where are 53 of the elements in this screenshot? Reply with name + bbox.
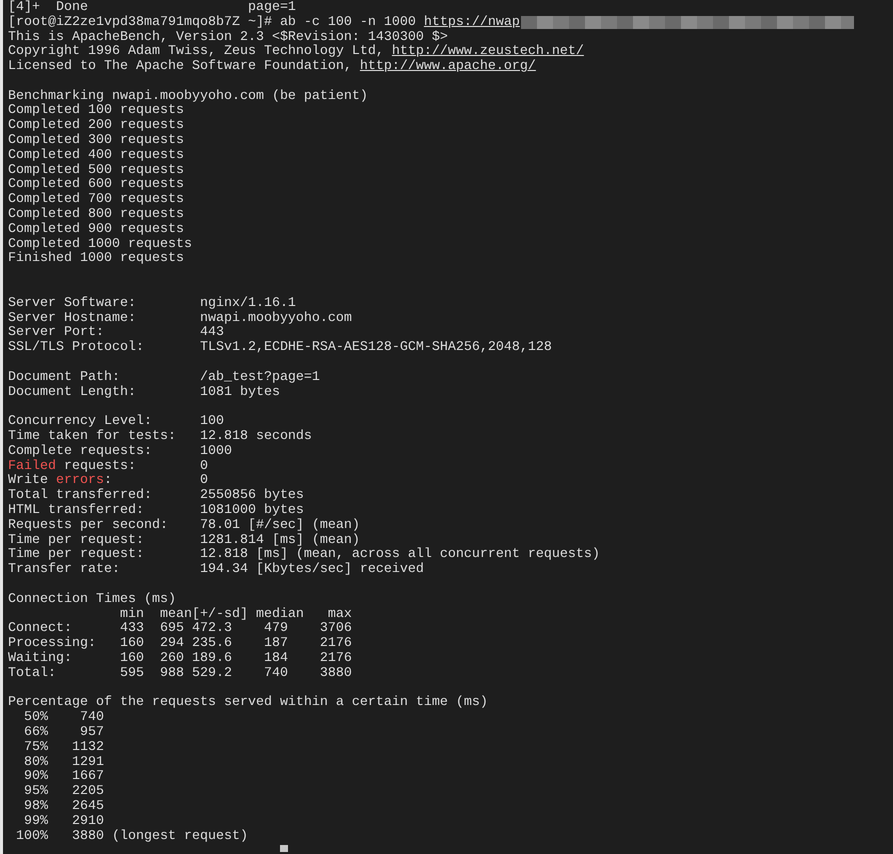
terminal-line: 80% 1291 <box>22 754 104 770</box>
terminal-line: Concurrency Level: 100 <box>8 414 224 430</box>
terminal-line: Complete requests: 1000 <box>8 444 232 459</box>
terminal-line: Waiting: 160 260 189.6 184 2176 <box>8 650 352 666</box>
terminal-line: Percentage of the requests served within a certain time (ms) <box>8 695 488 710</box>
terminal-line: Completed 400 requests <box>8 148 184 163</box>
terminal-line: 100% 3880 (longest request) <box>14 828 248 844</box>
terminal-line: 98% 2645 <box>22 798 104 814</box>
terminal-line: Server Port: 443 <box>8 325 224 340</box>
terminal-line: Server Software: nginx/1.16.1 <box>8 296 296 311</box>
terminal-line: Copyright 1996 Adam Twiss, Zeus Technology Ltd, http://www.zeustech.net/ <box>8 44 584 60</box>
terminal-line: [root@iZ2ze1vpd38ma791mqo8b7Z ~]# ab -c 100 -n 1000 https://nwap <box>8 14 520 30</box>
terminal-line: Transfer rate: 194.34 [Kbytes/sec] received <box>8 562 424 578</box>
terminal-line: Connect: 433 695 472.3 479 3706 <box>8 621 352 636</box>
terminal-line: Server Hostname: nwapi.moobyyoho.com <box>8 310 352 326</box>
terminal-line: 66% 957 <box>22 724 104 740</box>
terminal-line: [4]+ Done page=1 <box>8 0 296 15</box>
terminal-line: Document Length: 1081 bytes <box>8 384 280 400</box>
terminal-line: Processing: 160 294 235.6 187 2176 <box>8 636 352 652</box>
terminal-line: 50% 740 <box>22 710 104 726</box>
terminal-line: Benchmarking nwapi.moobyyoho.com (be patient) <box>8 88 368 104</box>
terminal-line: 95% 2205 <box>22 784 104 800</box>
terminal-line: Total transferred: 2550856 bytes <box>8 488 304 504</box>
terminal-line: Requests per second: 78.01 [#/sec] (mean) <box>8 518 360 533</box>
terminal-line: Completed 800 requests <box>8 207 184 222</box>
terminal-line: Completed 100 requests <box>8 103 184 118</box>
terminal-line: Finished 1000 requests <box>8 251 184 266</box>
link[interactable]: https://nwap <box>424 14 520 30</box>
terminal-line: This is ApacheBench, Version 2.3 <$Revision: 1430300 $> <box>8 30 448 44</box>
terminal-line: Write errors: 0 <box>8 473 208 488</box>
terminal-line: Time taken for tests: 12.818 seconds <box>8 429 312 444</box>
terminal-line: Completed 500 requests <box>8 162 184 178</box>
link[interactable]: http://www.zeustech.net/ <box>392 44 584 60</box>
terminal-line: Completed 1000 requests <box>8 236 192 252</box>
terminal-line: SSL/TLS Protocol: TLSv1.2,ECDHE-RSA-AES128-GCM-SHA256,2048,128 <box>8 340 552 356</box>
terminal-line: 99% 2910 <box>22 814 104 829</box>
terminal-line: Completed 700 requests <box>8 192 184 208</box>
terminal-line: Connection Times (ms) <box>8 592 176 607</box>
terminal-line: Time per request: 1281.814 [ms] (mean) <box>8 532 360 548</box>
terminal-line: HTML transferred: 1081000 bytes <box>8 503 304 518</box>
terminal-line: Licensed to The Apache Software Foundation, http://www.apache.org/ <box>8 59 536 74</box>
terminal-line: Completed 900 requests <box>8 222 184 237</box>
terminal-line: Completed 600 requests <box>8 177 184 192</box>
terminal-line: Document Path: /ab_test?page=1 <box>8 370 320 385</box>
terminal-line: Total: 595 988 529.2 740 3880 <box>8 666 352 681</box>
terminal-line: 90% 1667 <box>22 769 104 784</box>
terminal-line: Failed requests: 0 <box>8 458 208 474</box>
link[interactable]: http://www.apache.org/ <box>360 59 536 74</box>
terminal-line: Time per request: 12.818 [ms] (mean, across all concurrent requests) <box>8 547 600 562</box>
terminal-line: 75% 1132 <box>22 740 104 755</box>
terminal-line: Completed 200 requests <box>8 118 184 134</box>
terminal-line: min mean[+/-sd] median max <box>118 606 352 622</box>
terminal-line: Completed 300 requests <box>8 133 184 148</box>
